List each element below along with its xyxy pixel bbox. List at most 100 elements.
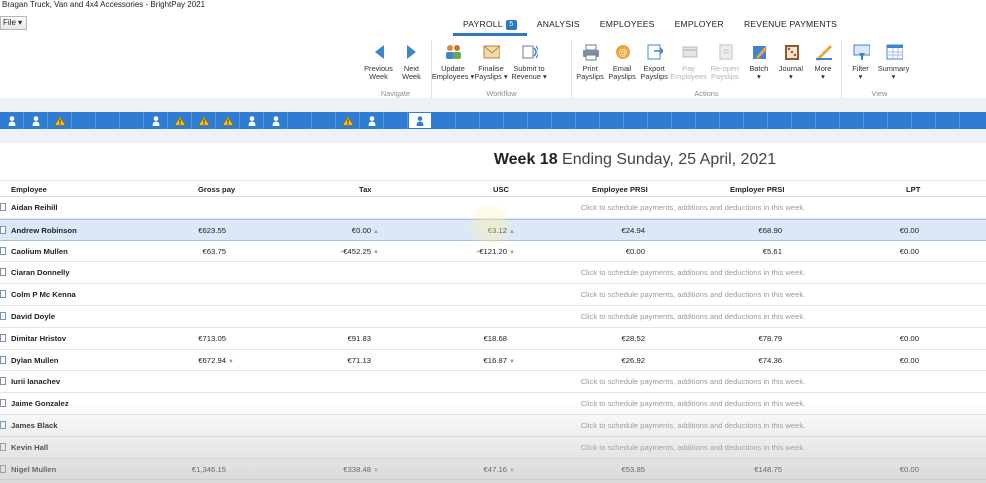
reopen-payslips-button[interactable]: Re-open Payslips (707, 40, 743, 86)
employee-status-chip[interactable] (840, 112, 864, 129)
print-payslips-button[interactable]: Print Payslips (574, 40, 606, 86)
employee-status-chip[interactable] (408, 112, 432, 129)
employee-status-chip[interactable] (240, 112, 264, 129)
cell-lpt[interactable]: €0.00 (900, 465, 919, 474)
employee-status-chip[interactable] (0, 112, 24, 129)
employee-status-chip[interactable] (312, 112, 336, 129)
tab-employees[interactable]: EMPLOYEES (590, 16, 665, 36)
employee-status-chip[interactable] (648, 112, 672, 129)
cell-usc[interactable]: €16.87 ▼ (484, 356, 515, 365)
employee-status-chip[interactable] (888, 112, 912, 129)
employee-status-chip[interactable] (48, 112, 72, 129)
more-button[interactable]: More ▾ (807, 40, 839, 86)
file-menu-button[interactable]: File ▾ (0, 16, 27, 30)
cell-tax[interactable]: €91.83 (347, 334, 379, 343)
column-header-lpt[interactable]: LPT (906, 185, 920, 194)
cell-gross[interactable]: €672.94 ▼ (198, 356, 234, 365)
table-row[interactable]: Dylan Mullen €672.94 ▼ €71.13 €16.87 ▼ €26.92 €… (0, 350, 986, 372)
schedule-payments-hint[interactable]: Click to schedule payments, additions an… (480, 399, 906, 408)
cell-gross[interactable]: €713.05 (198, 334, 234, 343)
table-row[interactable]: Andrew Robinson €623.55 €0.00 ▲ €3.12 ▲ €24.94… (0, 218, 986, 241)
cell-lpt[interactable]: €0.00 (900, 334, 919, 343)
cell-usc[interactable]: €47.16 ▼ (484, 465, 515, 474)
cell-usc[interactable]: €3.12 ▲ (488, 226, 515, 235)
cell-lpt[interactable]: €0.00 (900, 356, 919, 365)
schedule-payments-hint[interactable]: Click to schedule payments, additions an… (480, 290, 906, 299)
table-row[interactable]: Iurii Ianachev Click to schedule payments… (0, 371, 986, 394)
employee-status-chip[interactable] (552, 112, 576, 129)
table-row[interactable]: Colm P Mc Kenna Click to schedule payment… (0, 284, 986, 306)
cell-gross[interactable]: €623.55 (198, 226, 234, 235)
cell-rprsi[interactable]: €5.61 (763, 247, 782, 256)
cell-lpt[interactable]: €0.00 (900, 247, 919, 256)
employee-status-chip[interactable] (360, 112, 384, 129)
cell-gross[interactable]: €1,346.15 (192, 465, 234, 474)
cell-gross[interactable]: €63.75 (202, 247, 234, 256)
table-row[interactable]: Ciaran Donnelly Click to schedule payment… (0, 262, 986, 285)
cell-rprsi[interactable]: €74.36 (758, 356, 782, 365)
employee-status-chip[interactable] (600, 112, 624, 129)
filter-button[interactable]: Filter ▾ (844, 40, 877, 86)
tab-revenue-payments[interactable]: REVENUE PAYMENTS (734, 16, 847, 36)
employee-status-chip[interactable] (264, 112, 288, 129)
employee-status-chip[interactable] (504, 112, 528, 129)
column-header-gross-pay[interactable]: Gross pay (198, 185, 235, 194)
employee-status-chip[interactable] (816, 112, 840, 129)
employee-status-chip[interactable] (576, 112, 600, 129)
table-row[interactable]: Jaime Gonzalez Click to schedule payments… (0, 393, 986, 415)
cell-tax[interactable]: €0.00 ▲ (352, 226, 379, 235)
table-row[interactable]: Aidan Reihill Click to schedule payments,… (0, 197, 986, 219)
tab-analysis[interactable]: ANALYSIS (527, 16, 590, 36)
schedule-payments-hint[interactable]: Click to schedule payments, additions an… (480, 377, 906, 386)
employee-status-chip[interactable] (456, 112, 480, 129)
employee-status-chip[interactable] (744, 112, 768, 129)
column-header-employee-prsi[interactable]: Employee PRSI (592, 185, 648, 194)
employee-status-chip[interactable] (672, 112, 696, 129)
column-header-tax[interactable]: Tax (359, 185, 372, 194)
table-row[interactable]: James Black Click to schedule payments, a… (0, 415, 986, 437)
column-header-employee[interactable]: Employee (11, 185, 47, 194)
table-row[interactable]: Caolium Mullen €63.75 -€452.25 ▼ -€121.20 ▼ €0… (0, 241, 986, 263)
employee-status-chip[interactable] (768, 112, 792, 129)
email-payslips-button[interactable]: @ Email Payslips (606, 40, 638, 86)
employee-status-chip[interactable] (168, 112, 192, 129)
schedule-payments-hint[interactable]: Click to schedule payments, additions an… (480, 443, 906, 452)
schedule-payments-hint[interactable]: Click to schedule payments, additions an… (480, 312, 906, 321)
cell-usc[interactable]: €18.68 (483, 334, 515, 343)
table-row[interactable]: Nigel Mullen €1,346.15 €338.48 ▼ €47.16 ▼ €53.… (0, 459, 986, 481)
employee-status-chip[interactable] (216, 112, 240, 129)
employee-status-chip[interactable] (192, 112, 216, 129)
employee-status-chip[interactable] (696, 112, 720, 129)
cell-eprsi[interactable]: €0.00 (626, 247, 645, 256)
batch-button[interactable]: Batch ▾ (743, 40, 775, 86)
employee-status-chip[interactable] (624, 112, 648, 129)
submit-to-revenue-button[interactable]: Submit to Revenue ▾ (510, 40, 548, 86)
schedule-payments-hint[interactable]: Click to schedule payments, additions an… (480, 421, 906, 430)
cell-eprsi[interactable]: €24.94 (621, 226, 645, 235)
employee-status-chip[interactable] (96, 112, 120, 129)
employee-status-chip[interactable] (720, 112, 744, 129)
cell-rprsi[interactable]: €148.75 (754, 465, 782, 474)
export-payslips-button[interactable]: Export Payslips (638, 40, 670, 86)
employee-status-chip[interactable] (864, 112, 888, 129)
employee-status-chip[interactable] (72, 112, 96, 129)
column-header-employer-prsi[interactable]: Employer PRSI (730, 185, 784, 194)
employee-status-chip[interactable] (288, 112, 312, 129)
previous-week-button[interactable]: Previous Week (362, 40, 395, 86)
cell-rprsi[interactable]: €78.79 (758, 334, 782, 343)
employee-status-chip[interactable] (912, 112, 936, 129)
journal-button[interactable]: Journal ▾ (775, 40, 807, 86)
next-week-button[interactable]: Next Week (395, 40, 428, 86)
employee-status-chip[interactable] (432, 112, 456, 129)
cell-eprsi[interactable]: €53.85 (621, 465, 645, 474)
employee-status-chip[interactable] (480, 112, 504, 129)
table-row[interactable]: David Doyle Click to schedule payments, a… (0, 306, 986, 328)
employee-status-chip[interactable] (120, 112, 144, 129)
pay-employees-button[interactable]: Pay Employees (670, 40, 707, 86)
summary-button[interactable]: Summary ▾ (877, 40, 910, 86)
cell-eprsi[interactable]: €28.52 (621, 334, 645, 343)
employee-status-chip[interactable] (144, 112, 168, 129)
table-row[interactable]: Dimitar Hristov €713.05 €91.83 €18.68 €28.52… (0, 328, 986, 350)
employee-status-chip[interactable] (336, 112, 360, 129)
cell-tax[interactable]: €71.13 (347, 356, 379, 365)
